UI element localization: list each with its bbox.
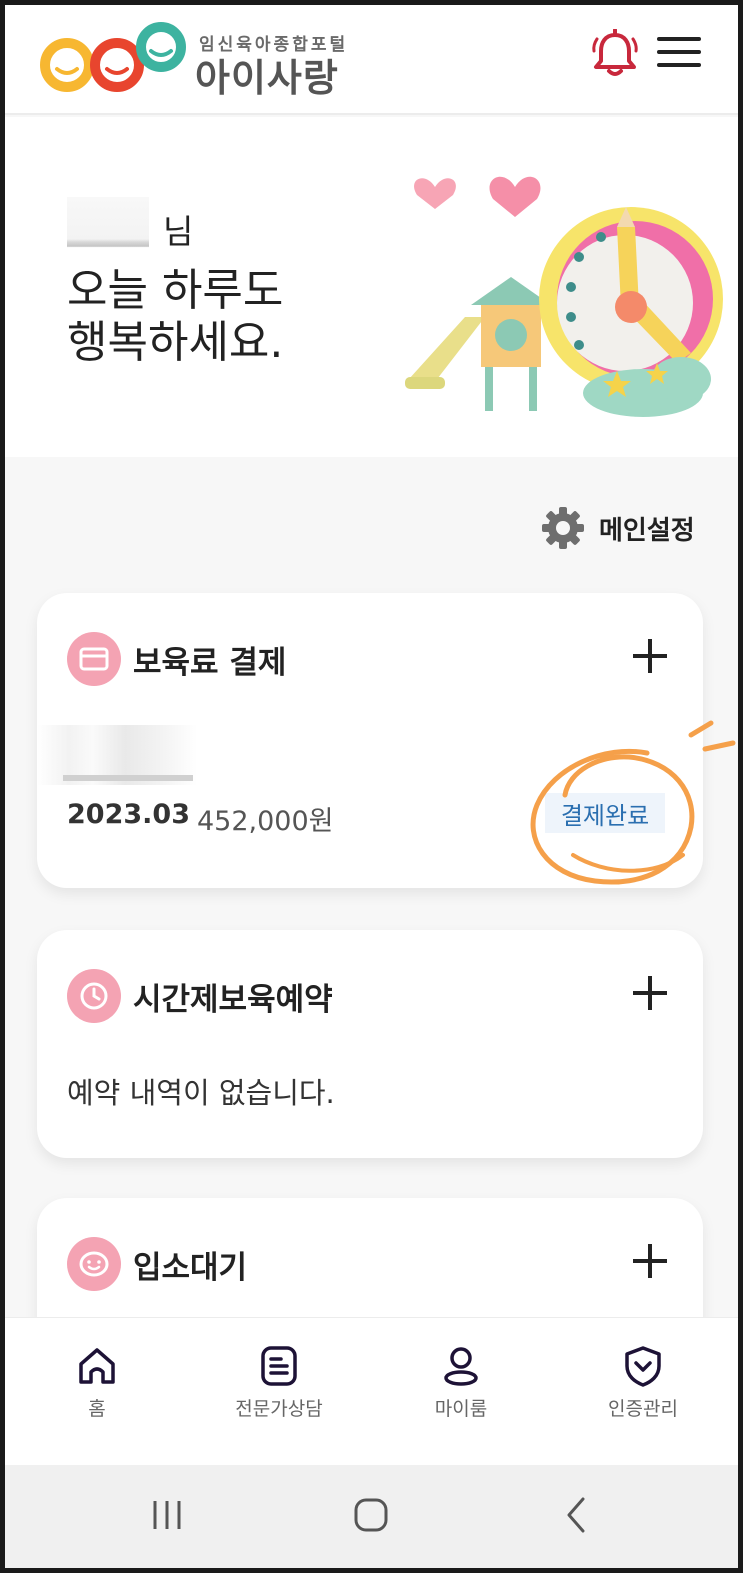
gear-icon (542, 507, 584, 549)
nav-my-room-label: 마이룸 (434, 1398, 488, 1420)
greeting-line-2: 행복하세요. (67, 317, 284, 368)
nav-home-label: 홈 (88, 1398, 106, 1420)
waitlist-add-button[interactable] (633, 1244, 667, 1278)
document-icon (261, 1346, 297, 1386)
name-suffix: 님 (163, 212, 194, 251)
payment-card-title: 보육료 결제 (133, 644, 287, 681)
reservation-empty-message: 예약 내역이 없습니다. (67, 1076, 335, 1110)
app-header: 임신육아종합포털 아이사랑 (5, 5, 738, 115)
card-icon (67, 632, 121, 686)
system-nav-bar (5, 1465, 738, 1568)
logo-title[interactable]: 아이사랑 (195, 47, 339, 102)
logo-icon[interactable] (35, 19, 195, 103)
reservation-card-title: 시간제보육예약 (133, 981, 333, 1018)
home-button-icon[interactable] (351, 1495, 391, 1535)
nav-auth-manage[interactable]: 인증관리 (563, 1344, 723, 1421)
payment-add-button[interactable] (633, 639, 667, 673)
nav-auth-manage-label: 인증관리 (608, 1398, 678, 1420)
playground-clock-illustration (395, 157, 725, 421)
user-name-redacted (67, 197, 149, 253)
baby-face-icon (67, 1237, 121, 1291)
child-name-redacted (37, 725, 197, 785)
nav-my-room[interactable]: 마이룸 (381, 1344, 541, 1421)
main-settings-label: 메인설정 (599, 515, 695, 546)
recent-apps-icon[interactable] (147, 1495, 187, 1535)
bottom-nav: 홈 전문가상담 마이룸 인증관리 (5, 1317, 738, 1465)
waitlist-card-header: 입소대기 (67, 1236, 247, 1292)
hamburger-menu-icon[interactable] (657, 37, 701, 71)
nav-expert-consult[interactable]: 전문가상담 (199, 1344, 359, 1421)
back-icon[interactable] (557, 1495, 597, 1535)
reservation-card[interactable]: 시간제보육예약 예약 내역이 없습니다. (37, 930, 703, 1158)
reservation-card-header: 시간제보육예약 (67, 968, 333, 1024)
greeting-line-1: 오늘 하루도 (67, 265, 284, 316)
clock-icon (67, 969, 121, 1023)
nav-home[interactable]: 홈 (17, 1344, 177, 1421)
annotation-circle (530, 720, 736, 885)
shield-icon (625, 1346, 661, 1387)
person-icon (444, 1347, 478, 1386)
greeting-hero: 님 오늘 하루도 행복하세요. (5, 117, 738, 457)
bell-icon[interactable] (591, 28, 639, 79)
payment-card-header: 보육료 결제 (67, 631, 286, 687)
nav-expert-consult-label: 전문가상담 (235, 1398, 323, 1420)
home-icon (79, 1348, 115, 1384)
waitlist-card-title: 입소대기 (133, 1249, 248, 1286)
greeting-text: 오늘 하루도 행복하세요. (67, 265, 283, 369)
reservation-add-button[interactable] (633, 976, 667, 1010)
main-settings-button[interactable]: 메인설정 (541, 503, 695, 553)
app-screen: 임신육아종합포털 아이사랑 님 오늘 하루도 행복하세요. 메인설정 보육료 결… (5, 5, 738, 1568)
payment-amount: 452,000원 (197, 806, 334, 837)
payment-period: 2023.03 (67, 799, 190, 830)
